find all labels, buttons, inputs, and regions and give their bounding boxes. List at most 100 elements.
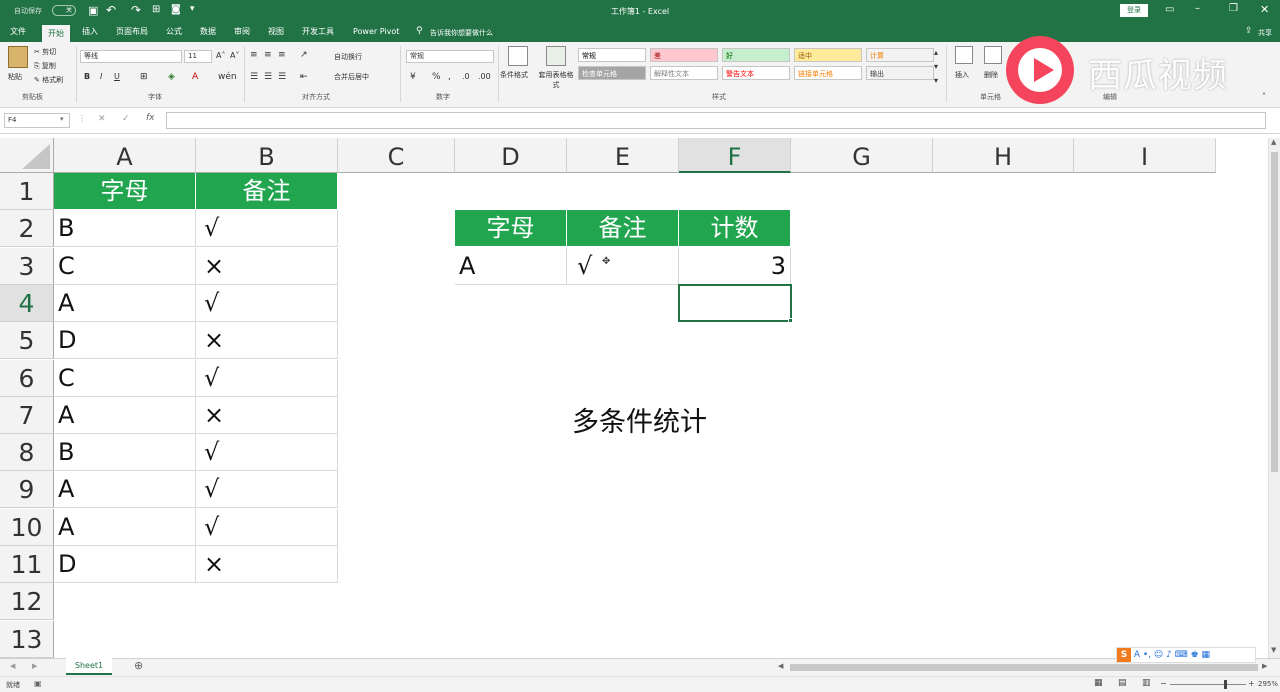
enter-icon[interactable]: ✓: [122, 114, 130, 124]
row-header-8[interactable]: 8: [0, 434, 54, 472]
tab-developer[interactable]: 开发工具: [296, 22, 340, 42]
column-header-i[interactable]: I: [1074, 138, 1216, 173]
cell-style-7[interactable]: 警告文本: [722, 66, 790, 80]
table1-cell-letter[interactable]: A: [54, 471, 196, 509]
table1-header-letter[interactable]: 字母: [54, 173, 196, 210]
new-sheet-icon[interactable]: ⊕: [134, 659, 143, 672]
table1-cell-letter[interactable]: A: [54, 284, 196, 322]
restore-icon[interactable]: ❐: [1229, 3, 1238, 14]
table1-cell-letter[interactable]: D: [54, 546, 196, 583]
table1-cell-remark[interactable]: ×: [196, 396, 338, 434]
row-header-7[interactable]: 7: [0, 396, 54, 434]
tab-file[interactable]: 文件: [4, 22, 32, 42]
align-center-icon[interactable]: ☰: [264, 72, 272, 82]
ime-toolbar-icons[interactable]: A •, ☺ ♪ ⌨ ♚ ▦: [1134, 650, 1210, 660]
font-color-icon[interactable]: A: [192, 72, 198, 82]
zoom-out-icon[interactable]: −: [1160, 679, 1167, 688]
cell-style-3[interactable]: 适中: [794, 48, 862, 62]
minimize-icon[interactable]: –: [1195, 3, 1200, 14]
table1-cell-remark[interactable]: √: [196, 434, 338, 472]
row-header-13[interactable]: 13: [0, 620, 54, 658]
bold-button[interactable]: B: [84, 72, 90, 82]
table1-cell-letter[interactable]: A: [54, 508, 196, 546]
row-header-4[interactable]: 4: [0, 284, 54, 322]
wrap-text-button[interactable]: 自动换行: [334, 52, 362, 62]
cell-style-1[interactable]: 差: [650, 48, 718, 62]
delete-cells-icon[interactable]: [984, 46, 1002, 64]
share-button[interactable]: 共享: [1258, 28, 1272, 38]
italic-button[interactable]: I: [100, 72, 102, 82]
column-header-f[interactable]: F: [679, 138, 791, 173]
column-header-d[interactable]: D: [455, 138, 567, 173]
table1-cell-letter[interactable]: B: [54, 210, 196, 248]
row-header-12[interactable]: 12: [0, 583, 54, 621]
phonetic-icon[interactable]: wén: [218, 72, 237, 82]
table2-cell-count[interactable]: 3: [679, 247, 791, 285]
zoom-slider-thumb[interactable]: [1224, 680, 1227, 689]
zoom-slider[interactable]: [1170, 684, 1246, 685]
scroll-right-icon[interactable]: ▶: [1262, 662, 1267, 670]
zoom-in-icon[interactable]: +: [1248, 679, 1255, 688]
increase-decimal-icon[interactable]: .0: [462, 72, 470, 82]
copy-button[interactable]: ⎘ 复制: [34, 61, 56, 71]
cell-style-0[interactable]: 常规: [578, 48, 646, 62]
next-sheet-icon[interactable]: ▶: [32, 662, 37, 670]
underline-button[interactable]: U: [114, 72, 120, 82]
table1-cell-remark[interactable]: √: [196, 210, 338, 248]
fill-handle[interactable]: [788, 318, 793, 323]
tab-page-layout[interactable]: 页面布局: [110, 22, 154, 42]
align-left-icon[interactable]: ☰: [250, 72, 258, 82]
row-header-2[interactable]: 2: [0, 210, 54, 248]
tab-data[interactable]: 数据: [194, 22, 222, 42]
normal-view-icon[interactable]: ▦: [1094, 678, 1103, 688]
table1-cell-letter[interactable]: B: [54, 434, 196, 472]
vertical-scroll-thumb[interactable]: [1271, 152, 1278, 472]
table1-cell-remark[interactable]: √: [196, 508, 338, 546]
comma-icon[interactable]: ,: [448, 72, 451, 82]
vertical-scrollbar[interactable]: ▲ ▼: [1268, 138, 1280, 658]
login-button[interactable]: 登录: [1120, 4, 1148, 17]
tab-review[interactable]: 审阅: [228, 22, 256, 42]
table2-cell-remark[interactable]: √: [567, 247, 679, 285]
table1-cell-remark[interactable]: ×: [196, 247, 338, 285]
fill-color-icon[interactable]: ◈: [168, 72, 175, 82]
row-header-6[interactable]: 6: [0, 359, 54, 397]
zoom-level[interactable]: 295%: [1258, 680, 1278, 688]
format-painter-button[interactable]: ✎ 格式刷: [34, 75, 63, 85]
row-header-10[interactable]: 10: [0, 508, 54, 546]
column-header-c[interactable]: C: [338, 138, 455, 173]
table2-header-count[interactable]: 计数: [679, 210, 791, 248]
row-header-9[interactable]: 9: [0, 471, 54, 509]
table1-cell-letter[interactable]: A: [54, 396, 196, 434]
formula-input[interactable]: [166, 112, 1266, 129]
cell-style-6[interactable]: 解释性文本: [650, 66, 718, 80]
tab-formulas[interactable]: 公式: [160, 22, 188, 42]
table-format-icon[interactable]: [546, 46, 566, 66]
percent-icon[interactable]: %: [432, 72, 441, 82]
number-format-select[interactable]: 常规: [406, 50, 494, 63]
scroll-up-icon[interactable]: ▲: [1271, 138, 1276, 146]
row-header-1[interactable]: 1: [0, 173, 54, 210]
tab-home[interactable]: 开始: [42, 25, 70, 42]
column-header-a[interactable]: A: [54, 138, 196, 173]
horizontal-scroll-thumb[interactable]: [790, 664, 1258, 671]
cell-style-8[interactable]: 链接单元格: [794, 66, 862, 80]
cut-button[interactable]: ✂ 剪切: [34, 47, 56, 57]
sheet-tab-sheet1[interactable]: Sheet1: [66, 658, 112, 675]
tab-insert[interactable]: 插入: [76, 22, 104, 42]
cancel-icon[interactable]: ✕: [98, 114, 106, 124]
paste-button[interactable]: 粘贴: [8, 72, 22, 82]
table1-cell-remark[interactable]: √: [196, 471, 338, 509]
table1-cell-remark[interactable]: √: [196, 284, 338, 322]
table2-header-letter[interactable]: 字母: [455, 210, 567, 248]
align-top-icon[interactable]: ≡: [250, 50, 258, 60]
insert-cells-icon[interactable]: [955, 46, 973, 64]
cell-style-2[interactable]: 好: [722, 48, 790, 62]
paste-icon[interactable]: [8, 46, 28, 68]
table1-cell-remark[interactable]: ×: [196, 322, 338, 360]
ribbon-display-icon[interactable]: ▭: [1165, 4, 1174, 15]
collapse-ribbon-icon[interactable]: ˄: [1262, 92, 1266, 102]
scroll-down-icon[interactable]: ▼: [1271, 646, 1276, 654]
insert-function-icon[interactable]: fx: [146, 113, 155, 123]
table2-cell-letter[interactable]: A: [455, 247, 567, 285]
